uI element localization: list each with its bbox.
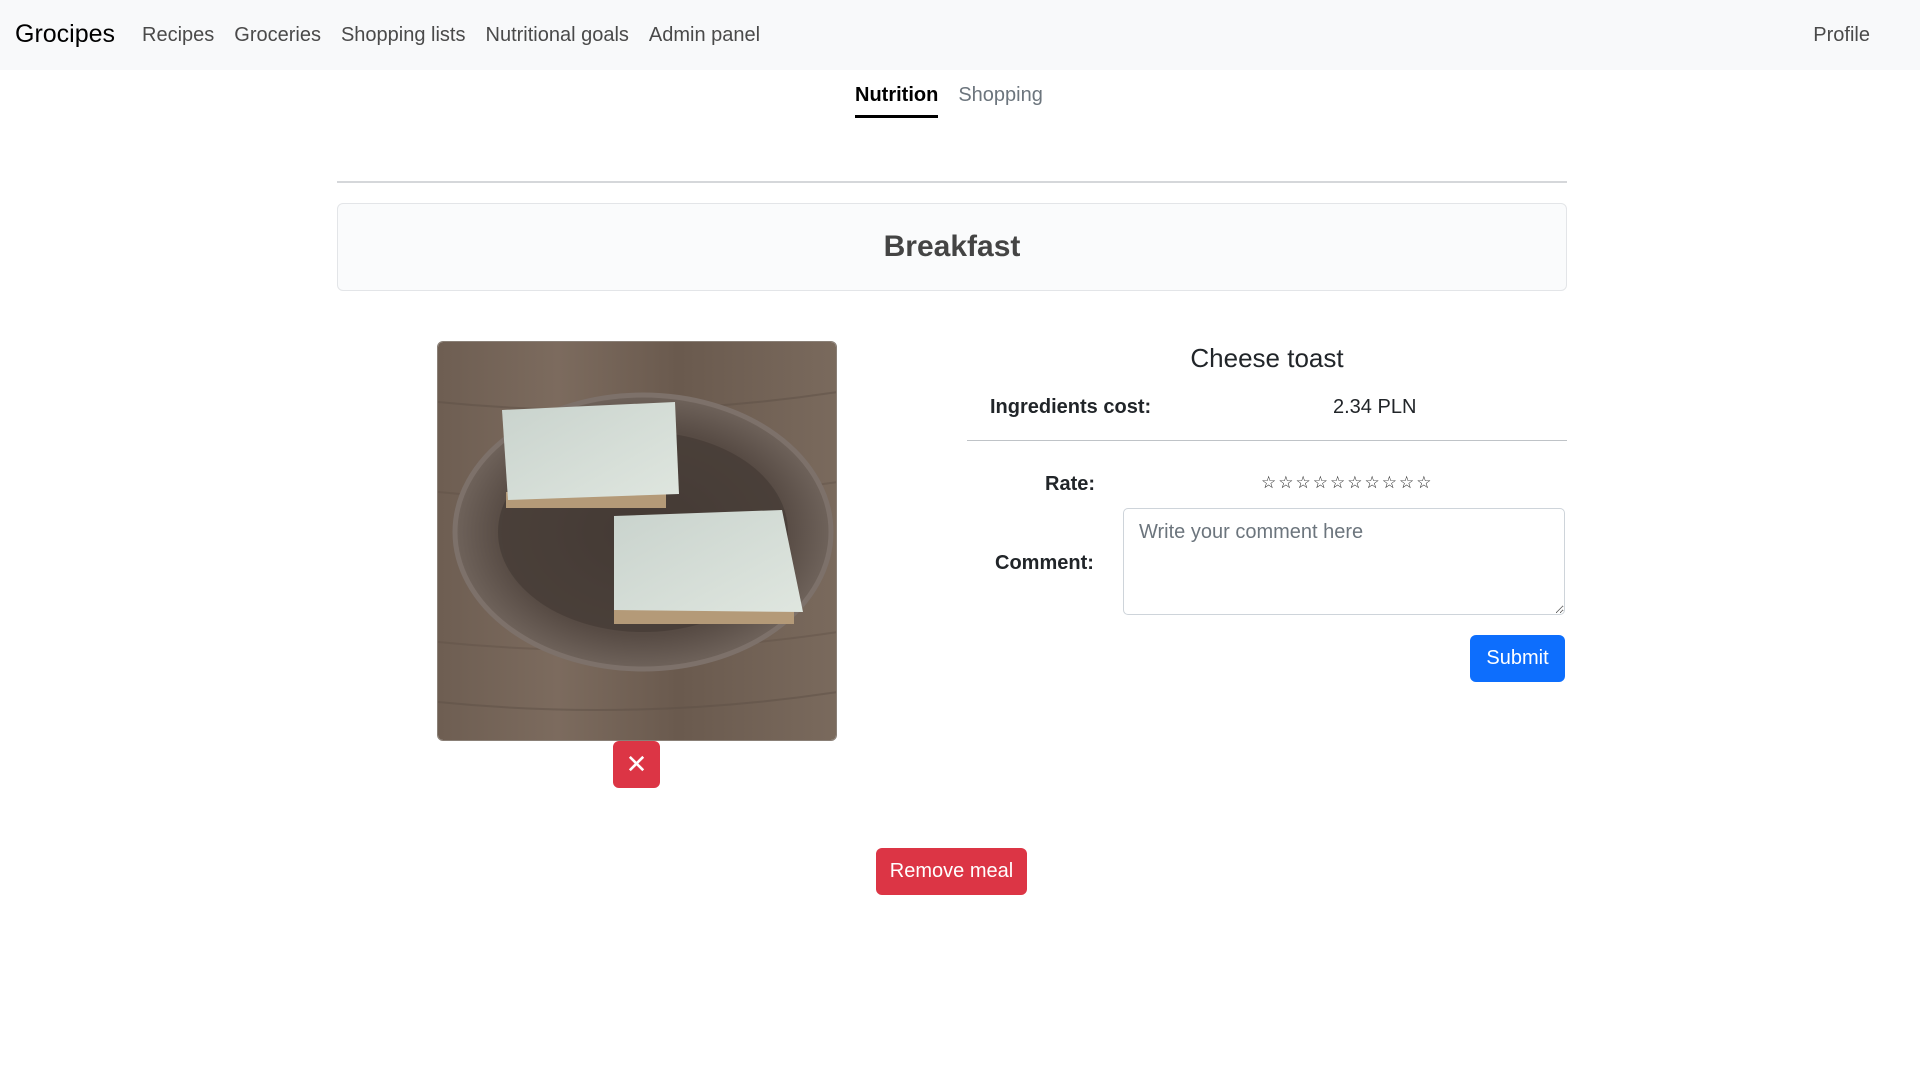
star-icon[interactable]: ☆ <box>1313 472 1328 494</box>
brand-logo-link[interactable]: Grocipes <box>15 20 115 49</box>
nav-link-groceries[interactable]: Groceries <box>234 24 321 47</box>
rating-stars: ☆ ☆ ☆ ☆ ☆ ☆ ☆ ☆ ☆ ☆ <box>1261 472 1432 494</box>
star-icon[interactable]: ☆ <box>1330 472 1345 494</box>
ingredients-cost-label: Ingredients cost: <box>990 396 1152 418</box>
nav-link-profile[interactable]: Profile <box>1813 24 1870 47</box>
top-navbar: Grocipes Recipes Groceries Shopping list… <box>0 0 1920 70</box>
ingredients-cost-value: 2.34 PLN <box>1333 396 1417 418</box>
remove-photo-button[interactable]: ✕ <box>613 741 660 788</box>
star-icon[interactable]: ☆ <box>1261 472 1276 494</box>
close-icon: ✕ <box>625 749 648 779</box>
star-icon[interactable]: ☆ <box>1347 472 1362 494</box>
star-icon[interactable]: ☆ <box>1278 472 1293 494</box>
recipe-name: Cheese toast <box>1190 343 1344 373</box>
nav-link-nutritional-goals[interactable]: Nutritional goals <box>486 24 629 47</box>
tab-shopping[interactable]: Shopping <box>958 84 1043 118</box>
star-icon[interactable]: ☆ <box>1296 472 1311 494</box>
meal-title: Breakfast <box>883 230 1021 263</box>
nav-links: Recipes Groceries Shopping lists Nutriti… <box>142 24 760 47</box>
nav-link-admin-panel[interactable]: Admin panel <box>649 24 760 47</box>
divider <box>967 440 1567 441</box>
rate-label: Rate: <box>1045 473 1096 495</box>
tab-nutrition[interactable]: Nutrition <box>855 84 939 118</box>
nav-link-recipes[interactable]: Recipes <box>142 24 214 47</box>
meal-header-card: Breakfast <box>337 203 1567 291</box>
divider <box>337 181 1567 183</box>
comment-input[interactable] <box>1123 508 1565 615</box>
star-icon[interactable]: ☆ <box>1416 472 1431 494</box>
star-icon[interactable]: ☆ <box>1365 472 1380 494</box>
comment-label: Comment: <box>995 552 1094 574</box>
view-tabs: Nutrition Shopping <box>855 84 1043 118</box>
remove-meal-button[interactable]: Remove meal <box>876 848 1027 895</box>
submit-button[interactable]: Submit <box>1470 635 1565 682</box>
nav-link-shopping-lists[interactable]: Shopping lists <box>341 24 466 47</box>
recipe-photo <box>437 341 837 741</box>
star-icon[interactable]: ☆ <box>1382 472 1397 494</box>
star-icon[interactable]: ☆ <box>1399 472 1414 494</box>
